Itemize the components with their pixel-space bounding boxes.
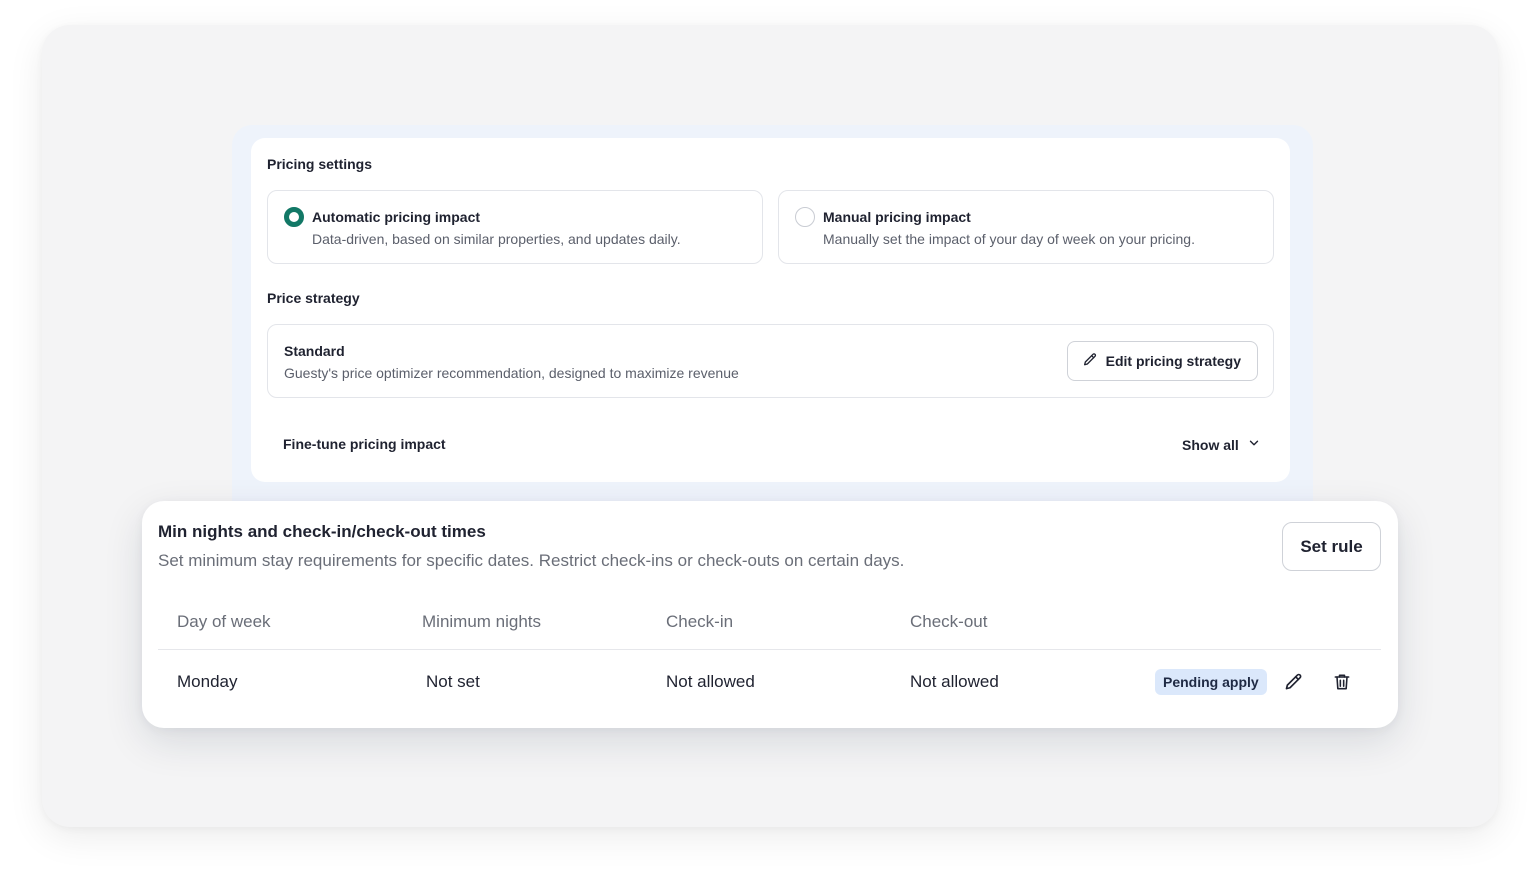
pencil-icon <box>1082 352 1098 371</box>
set-rule-button[interactable]: Set rule <box>1282 522 1381 571</box>
cell-check-in: Not allowed <box>666 672 755 691</box>
column-header-day: Day of week <box>177 612 271 631</box>
edit-icon[interactable] <box>1281 670 1305 694</box>
table-divider <box>158 649 1381 650</box>
radio-automatic-checked[interactable] <box>284 207 304 227</box>
status-badge: Pending apply <box>1155 669 1267 695</box>
rules-description: Set minimum stay requirements for specif… <box>158 551 905 570</box>
column-header-check-out: Check-out <box>910 612 988 631</box>
rules-title: Min nights and check-in/check-out times <box>158 522 486 541</box>
option-description: Data-driven, based on similar properties… <box>312 231 681 247</box>
edit-pricing-strategy-label: Edit pricing strategy <box>1105 353 1241 369</box>
option-title: Manual pricing impact <box>823 209 971 225</box>
pricing-settings-heading: Pricing settings <box>267 156 373 172</box>
fine-tune-pricing-label: Fine-tune pricing impact <box>283 436 446 452</box>
option-manual-pricing[interactable]: Manual pricing impact Manually set the i… <box>778 190 1274 264</box>
strategy-description: Guesty's price optimizer recommendation,… <box>284 365 739 381</box>
edit-pricing-strategy-button[interactable]: Edit pricing strategy <box>1066 341 1258 381</box>
show-all-toggle[interactable]: Show all <box>1182 436 1261 453</box>
show-all-label: Show all <box>1182 436 1239 453</box>
price-strategy-card: Standard Guesty's price optimizer recomm… <box>267 324 1274 398</box>
cell-day: Monday <box>177 672 238 691</box>
strategy-name: Standard <box>284 343 345 359</box>
option-automatic-pricing[interactable]: Automatic pricing impact Data-driven, ba… <box>267 190 763 264</box>
option-description: Manually set the impact of your day of w… <box>823 231 1195 247</box>
trash-icon[interactable] <box>1330 670 1354 694</box>
column-header-check-in: Check-in <box>666 612 734 631</box>
radio-manual-unchecked[interactable] <box>795 207 815 227</box>
cell-min-nights: Not set <box>426 672 480 691</box>
price-strategy-heading: Price strategy <box>267 290 360 306</box>
cell-check-out: Not allowed <box>910 672 999 691</box>
min-nights-rules-card: Min nights and check-in/check-out times … <box>142 501 1398 728</box>
column-header-min-nights: Minimum nights <box>422 612 542 631</box>
option-title: Automatic pricing impact <box>312 209 481 225</box>
chevron-down-icon <box>1247 436 1261 453</box>
